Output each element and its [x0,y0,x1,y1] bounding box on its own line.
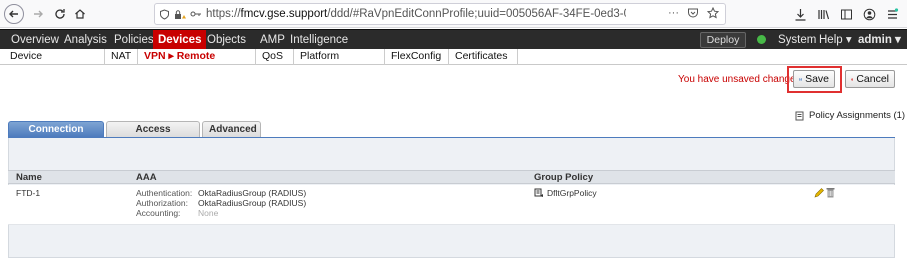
reload-button[interactable] [50,4,70,24]
tab-connection-profile[interactable]: Connection Profile [8,121,104,150]
pocket-icon[interactable] [687,7,699,19]
profile-name: FTD-1 [16,188,41,198]
subnav-flexconfig[interactable]: FlexConfig [385,49,449,65]
authentication-value: OktaRadiusGroup (RADIUS) [198,188,307,198]
group-policy-cell: DfltGrpPolicy [534,188,597,198]
url-path: /ddd/#RaVpnEditConnProfile;uuid=005056AF… [327,8,626,20]
group-policy-value: DfltGrpPolicy [547,188,597,198]
menu-icon[interactable] [886,7,899,21]
floppy-disk-icon [799,77,802,81]
sidebar-icon[interactable] [840,8,853,21]
site-info[interactable] [159,8,202,20]
save-button[interactable]: Save [793,70,835,88]
authentication-label: Authentication: [136,188,193,198]
save-label: Save [805,73,829,85]
aaa-authorization: Authorization: OktaRadiusGroup (RADIUS) [136,198,306,208]
authorization-label: Authorization: [136,198,188,208]
arrow-left-icon [9,10,18,18]
warning-lock-icon [175,9,186,19]
nav-overview[interactable]: Overview [6,30,64,50]
accounting-value: None [198,208,219,218]
bookmark-star-icon[interactable] [707,7,719,19]
deploy-button[interactable]: Deploy [700,32,746,48]
unsaved-changes-message: You have unsaved changes [678,74,801,85]
nav-help[interactable]: Help ▾ [814,30,857,50]
edit-pencil-icon[interactable] [814,187,824,198]
shield-icon [160,8,169,20]
subnav-platform-settings[interactable]: Platform Settings [294,49,385,77]
column-header-group-policy[interactable]: Group Policy [534,172,593,183]
subnav-qos[interactable]: QoS [256,49,294,65]
forward-button[interactable] [28,4,48,24]
url-prefix: https:// [206,8,241,20]
url-host: fmcv.gse.support [240,8,328,20]
subnav-vpn-remote-access[interactable]: VPN ▸ Remote Access [138,49,256,77]
nav-devices[interactable]: Devices [153,30,207,50]
back-button[interactable] [4,4,24,24]
policy-assignment-icon [795,111,804,120]
nav-policies[interactable]: Policies [109,30,159,50]
group-policy-icon [534,188,543,197]
nav-analysis[interactable]: Analysis [59,30,112,50]
subnav-nat[interactable]: NAT [105,49,138,65]
home-icon [75,9,85,19]
sub-navigation: Device Management NAT VPN ▸ Remote Acces… [0,49,907,77]
table-row[interactable]: FTD-1 Authentication: OktaRadiusGroup (RA… [8,185,895,225]
tab-advanced[interactable]: Advanced [202,121,261,137]
accounting-label: Accounting: [136,208,181,218]
aaa-authentication: Authentication: OktaRadiusGroup (RADIUS) [136,188,306,198]
authorization-value: OktaRadiusGroup (RADIUS) [198,198,307,208]
key-icon [190,11,201,17]
account-icon[interactable] [863,8,876,21]
policy-assignments-link[interactable]: Policy Assignments (1) [795,110,905,121]
browser-toolbar: https://fmcv.gse.support/ddd/#RaVpnEditC… [0,0,907,28]
library-icon[interactable] [817,8,830,21]
cancel-icon [851,77,854,81]
delete-trash-icon[interactable] [826,187,835,198]
health-status-icon[interactable] [757,35,766,44]
cancel-button[interactable]: Cancel [845,70,895,88]
user-menu[interactable]: admin ▾ [853,30,906,50]
address-bar[interactable]: https://fmcv.gse.support/ddd/#RaVpnEditC… [154,3,726,25]
download-icon[interactable] [794,8,807,21]
nav-intelligence[interactable]: Intelligence [285,30,353,50]
nav-objects[interactable]: Objects [202,30,251,50]
aaa-accounting: Accounting: None [136,208,218,218]
subnav-certificates[interactable]: Certificates [449,49,518,65]
cancel-label: Cancel [856,73,889,85]
subnav-device-management[interactable]: Device Management [4,49,105,77]
table-header-row: Name AAA Group Policy [8,170,895,184]
home-button[interactable] [70,4,90,24]
main-navigation: Overview Analysis Policies Devices Objec… [0,29,907,50]
page-actions-button[interactable]: ··· [668,7,679,19]
url-text: https://fmcv.gse.support/ddd/#RaVpnEditC… [206,8,626,20]
tab-access-interfaces[interactable]: Access Interfaces [106,121,200,150]
policy-assignments-label: Policy Assignments (1) [809,110,906,121]
reload-icon [55,9,65,19]
column-header-name[interactable]: Name [16,172,42,183]
arrow-right-icon [34,10,43,18]
column-header-aaa[interactable]: AAA [136,172,157,183]
